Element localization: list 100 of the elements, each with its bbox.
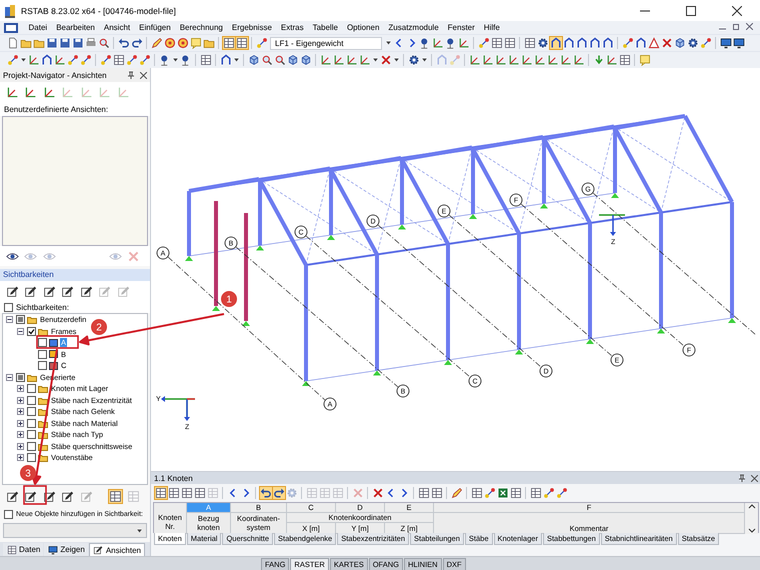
cube-icon[interactable] bbox=[300, 54, 312, 66]
frame-icon[interactable] bbox=[220, 54, 232, 66]
node-icon[interactable] bbox=[542, 487, 554, 499]
menu-item[interactable]: Hilfe bbox=[479, 23, 504, 32]
gear-icon[interactable] bbox=[686, 37, 698, 49]
edit-square-icon[interactable] bbox=[42, 490, 56, 502]
folder-icon[interactable] bbox=[20, 37, 32, 49]
table-icon[interactable] bbox=[510, 487, 522, 499]
balloon-icon[interactable] bbox=[158, 54, 170, 66]
axes-icon[interactable] bbox=[572, 54, 584, 66]
table-icon[interactable] bbox=[524, 37, 536, 49]
axes-icon[interactable] bbox=[458, 37, 470, 49]
checkbox[interactable] bbox=[38, 361, 47, 370]
scroll-down-icon[interactable] bbox=[748, 527, 756, 534]
frame-icon[interactable] bbox=[562, 37, 574, 49]
expander-icon[interactable] bbox=[17, 328, 24, 335]
node-icon[interactable] bbox=[622, 37, 634, 49]
edit-square-icon[interactable] bbox=[24, 284, 37, 298]
node-icon[interactable] bbox=[700, 37, 712, 49]
checkbox[interactable] bbox=[38, 338, 47, 348]
gear-icon[interactable] bbox=[408, 54, 420, 66]
expander-icon[interactable] bbox=[6, 374, 13, 381]
panel-tab[interactable]: Daten bbox=[3, 543, 44, 556]
edit-square-icon[interactable] bbox=[6, 490, 18, 502]
frame-icon[interactable] bbox=[602, 37, 614, 49]
axes-icon[interactable] bbox=[42, 86, 56, 98]
monitor-icon[interactable] bbox=[732, 37, 744, 49]
table-icon[interactable] bbox=[490, 37, 502, 49]
menu-item[interactable]: Optionen bbox=[342, 23, 384, 32]
checkbox[interactable] bbox=[27, 396, 36, 405]
arrow-icon[interactable] bbox=[592, 54, 604, 66]
table-icon[interactable] bbox=[504, 37, 516, 49]
axes-icon[interactable] bbox=[346, 54, 358, 66]
node-icon[interactable] bbox=[66, 54, 78, 66]
edit-square-icon[interactable] bbox=[24, 490, 37, 502]
note-icon[interactable] bbox=[190, 37, 202, 49]
magnifier-icon[interactable] bbox=[274, 54, 286, 66]
checkbox[interactable] bbox=[16, 372, 25, 382]
close-icon[interactable] bbox=[140, 72, 147, 78]
frame-icon[interactable] bbox=[550, 37, 562, 49]
table-icon[interactable] bbox=[112, 54, 124, 66]
edit-square-icon[interactable] bbox=[93, 545, 104, 555]
axes-icon[interactable] bbox=[320, 54, 332, 66]
checkbox[interactable] bbox=[4, 302, 13, 312]
frame-icon[interactable] bbox=[588, 37, 600, 49]
table-icon[interactable] bbox=[418, 487, 430, 499]
table-icon[interactable] bbox=[200, 54, 212, 66]
table-icon[interactable] bbox=[470, 487, 482, 499]
table-icon[interactable] bbox=[618, 54, 630, 66]
checkbox[interactable] bbox=[27, 407, 36, 416]
axes-icon[interactable] bbox=[358, 54, 370, 66]
checkbox[interactable] bbox=[16, 315, 25, 324]
menu-item[interactable]: Bearbeiten bbox=[52, 23, 100, 32]
expander-icon[interactable] bbox=[17, 408, 24, 416]
checkbox[interactable] bbox=[27, 384, 36, 394]
gear-icon[interactable] bbox=[536, 37, 548, 49]
maximize-icon[interactable] bbox=[686, 6, 696, 16]
redo-icon[interactable] bbox=[272, 487, 284, 499]
redo-icon[interactable] bbox=[130, 37, 142, 49]
axes-icon[interactable] bbox=[494, 54, 506, 66]
frame-icon[interactable] bbox=[576, 37, 588, 49]
frame-icon[interactable] bbox=[634, 37, 646, 49]
printer-icon[interactable] bbox=[84, 37, 96, 49]
table-icon[interactable] bbox=[154, 487, 166, 499]
checkbox[interactable] bbox=[27, 430, 36, 440]
menu-item[interactable]: Zusatzmodule bbox=[384, 23, 444, 32]
pin-icon[interactable] bbox=[127, 71, 135, 79]
spreadsheet-icon[interactable] bbox=[496, 487, 508, 499]
axes-icon[interactable] bbox=[468, 54, 480, 66]
pin-icon[interactable] bbox=[738, 474, 746, 482]
edit-square-icon[interactable] bbox=[61, 284, 74, 298]
undo-icon[interactable] bbox=[260, 487, 272, 499]
magnifier-icon[interactable] bbox=[98, 37, 110, 49]
balloon-icon[interactable] bbox=[418, 37, 430, 49]
expander-icon[interactable] bbox=[17, 454, 24, 462]
menu-item[interactable]: Fenster bbox=[443, 23, 480, 32]
target-icon[interactable] bbox=[176, 37, 188, 49]
balloon-icon[interactable] bbox=[444, 37, 456, 49]
node-icon[interactable] bbox=[256, 37, 268, 49]
menu-item[interactable]: Tabelle bbox=[308, 23, 342, 32]
monitor-icon[interactable] bbox=[720, 37, 732, 49]
folder-icon[interactable] bbox=[202, 37, 214, 49]
table-icon[interactable] bbox=[180, 487, 192, 499]
undo-icon[interactable] bbox=[118, 37, 130, 49]
magnifier-icon[interactable] bbox=[260, 54, 272, 66]
edit-square-icon[interactable] bbox=[80, 284, 92, 298]
table-icon[interactable] bbox=[168, 487, 180, 499]
node-icon[interactable] bbox=[478, 37, 490, 49]
checkbox[interactable] bbox=[38, 350, 47, 359]
cross-icon[interactable] bbox=[660, 37, 672, 49]
table-icon[interactable] bbox=[530, 487, 542, 499]
menu-item[interactable]: Berechnung bbox=[175, 23, 228, 32]
node-icon[interactable] bbox=[6, 54, 18, 66]
axes-icon[interactable] bbox=[482, 54, 494, 66]
axes-icon[interactable] bbox=[560, 54, 572, 66]
table-icon[interactable] bbox=[108, 490, 122, 502]
axes-icon[interactable] bbox=[432, 37, 444, 49]
load-case-dropdown[interactable]: LF1 - Eigengewicht bbox=[270, 36, 382, 50]
node-icon[interactable] bbox=[126, 54, 138, 66]
axes-icon[interactable] bbox=[534, 54, 546, 66]
